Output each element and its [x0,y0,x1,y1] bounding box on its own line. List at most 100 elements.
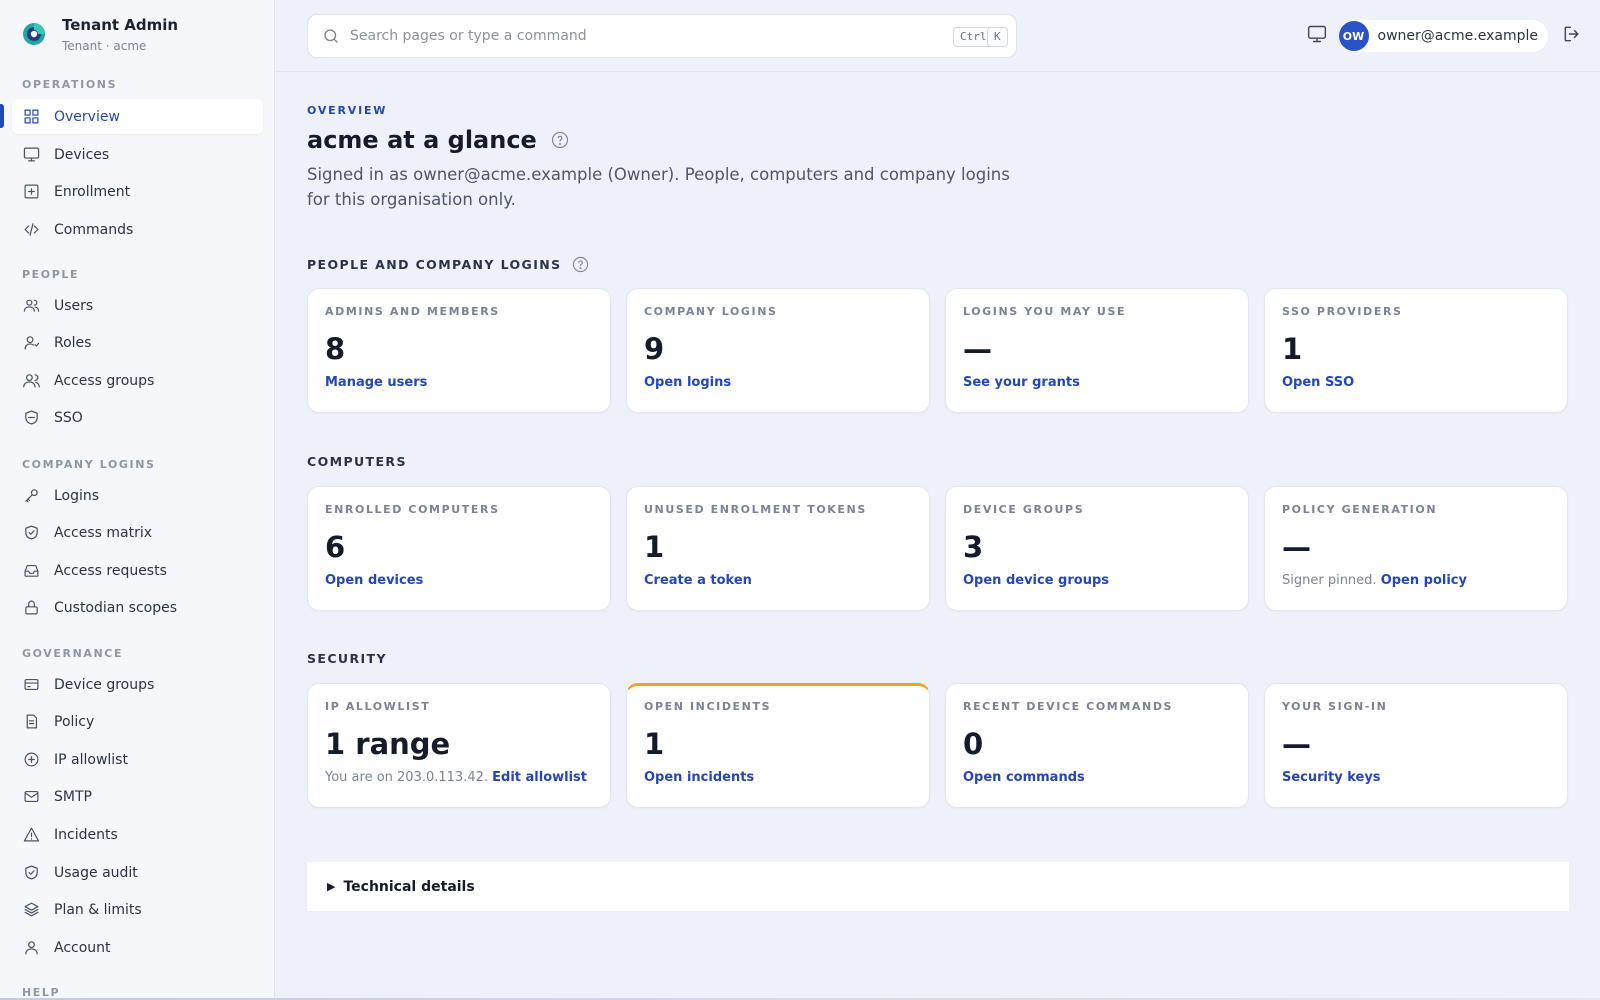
stat-card-link[interactable]: Manage users [325,375,427,390]
stat-card-footer: Manage users [325,375,593,390]
app-title: Tenant Admin [62,15,179,34]
document-icon [26,714,38,729]
help-circle-icon[interactable] [572,256,589,273]
sidebar-item-ip-allowlist[interactable]: IP allowlist [12,742,263,777]
sidebar-item-access-requests[interactable]: Access requests [12,553,263,588]
stat-card-value: — [1282,727,1311,761]
stat-card-label: OPEN INCIDENTS [644,700,772,713]
sidebar-item-access-groups[interactable]: Access groups [12,363,263,398]
sidebar-item-overview[interactable]: Overview [12,99,263,134]
sidebar-item-label: Access matrix [54,524,153,541]
code-icon [24,223,39,236]
sidebar-item-label: Custodian scopes [54,599,178,616]
stat-card-value: 1 [1282,332,1303,366]
sidebar-item-devices[interactable]: Devices [12,137,263,172]
stat-card-link[interactable]: Open device groups [963,573,1109,588]
stat-card-value: 9 [644,332,665,366]
command-search[interactable]: Ctrl K [307,14,1017,58]
search-input[interactable] [350,28,910,44]
sidebar-item-smtp[interactable]: SMTP [12,779,263,814]
stat-card: OPEN INCIDENTS 1 Open incidents [626,683,930,808]
stat-card-footer: Create a token [644,573,912,588]
stat-card: ADMINS AND MEMBERS 8 Manage users [307,288,611,413]
topbar-actions: OW owner@acme.example [1307,20,1583,52]
section-people-logins-label: PEOPLE AND COMPANY LOGINS [307,256,589,273]
stat-card-link[interactable]: Open commands [963,770,1085,785]
sidebar-item-access-matrix[interactable]: Access matrix [12,515,263,550]
stat-card-value: 1 range [325,727,451,761]
stat-card-footer: Security keys [1282,770,1550,785]
nav-section-company-logins: COMPANY LOGINS [22,458,156,471]
stat-card-link[interactable]: Security keys [1282,770,1381,785]
lock-icon [25,600,38,615]
sidebar-item-label: Policy [54,713,95,730]
nav-section-people: PEOPLE [22,268,80,281]
stat-card-value: 1 [644,727,665,761]
stat-card-label: ENROLLED COMPUTERS [325,503,500,516]
stat-card-value: 3 [963,530,984,564]
mail-icon [24,790,39,803]
sidebar-item-plan-limits[interactable]: Plan & limits [12,892,263,927]
stat-card-link[interactable]: See your grants [963,375,1080,390]
stat-card-value: 8 [325,332,346,366]
sidebar-item-sso[interactable]: SSO [12,400,263,435]
user-group-icon [23,374,40,388]
stat-card-value: 0 [963,727,984,761]
key-icon [25,489,38,503]
stat-card: ENROLLED COMPUTERS 6 Open devices [307,486,611,611]
stat-card: DEVICE GROUPS 3 Open device groups [945,486,1249,611]
stat-card-link[interactable]: Create a token [644,573,752,588]
help-circle-icon[interactable] [551,131,569,149]
stat-card-link[interactable]: Open logins [644,375,731,390]
shield-check-icon [25,865,38,880]
sidebar-item-roles[interactable]: Roles [12,325,263,360]
stat-card-label: COMPANY LOGINS [644,305,778,318]
sidebar-item-label: Roles [54,334,92,351]
sidebar-item-commands[interactable]: Commands [12,212,263,247]
sidebar-item-usage-audit[interactable]: Usage audit [12,855,263,890]
monitor-icon [1307,25,1326,43]
technical-details-label: Technical details [343,878,475,895]
page-eyebrow: OVERVIEW [307,104,388,117]
tenant-subtitle: Tenant · acme [62,38,147,53]
sidebar-item-label: Usage audit [54,864,138,881]
sidebar-item-account[interactable]: Account [12,930,263,965]
stat-card-label: SSO PROVIDERS [1282,305,1403,318]
section-label-text: PEOPLE AND COMPANY LOGINS [307,257,562,272]
sidebar-item-logins[interactable]: Logins [12,478,263,513]
inbox-icon [24,564,39,577]
warning-icon [23,827,40,842]
stat-card-link[interactable]: Open SSO [1282,375,1354,390]
nav-section-governance: GOVERNANCE [22,647,124,660]
sidebar-item-label: Enrollment [54,183,131,200]
sidebar-item-policy[interactable]: Policy [12,704,263,739]
stat-card-value: 1 [644,530,665,564]
disclosure-triangle-icon: ▶ [327,880,336,893]
user-email: owner@acme.example [1377,28,1539,44]
sign-out-button[interactable] [1562,24,1582,48]
sidebar-item-label: IP allowlist [54,751,128,768]
user-menu[interactable]: OW owner@acme.example [1338,20,1548,52]
device-view-button[interactable] [1307,24,1327,48]
stat-card-link[interactable]: Open policy [1381,573,1467,588]
stat-card: POLICY GENERATION — Signer pinned. Open po… [1264,486,1568,611]
plus-square-icon [24,184,39,199]
sidebar: Tenant Admin Tenant · acme OPERATIONS Ov… [0,0,275,1000]
stat-card-link[interactable]: Open devices [325,573,423,588]
sidebar-item-enrollment[interactable]: Enrollment [12,174,263,209]
sidebar-item-device-groups[interactable]: Device groups [12,667,263,702]
brand[interactable]: Tenant Admin Tenant · acme [22,14,178,54]
technical-details-toggle[interactable]: ▶ Technical details [307,862,1569,911]
stat-card: IP ALLOWLIST 1 range You are on 203.0.113.… [307,683,611,808]
sidebar-item-label: Overview [54,108,120,125]
stat-card-link[interactable]: Open incidents [644,770,754,785]
sidebar-item-users[interactable]: Users [12,288,263,323]
stat-card-link[interactable]: Edit allowlist [492,770,587,785]
sidebar-item-custodian-scopes[interactable]: Custodian scopes [12,590,263,625]
grid-icon [24,109,39,124]
sidebar-item-incidents[interactable]: Incidents [12,817,263,852]
stat-card-value: 6 [325,530,346,564]
section-computers-label: COMPUTERS [307,454,407,469]
stat-card-label: LOGINS YOU MAY USE [963,305,1127,318]
stat-card: SSO PROVIDERS 1 Open SSO [1264,288,1568,413]
